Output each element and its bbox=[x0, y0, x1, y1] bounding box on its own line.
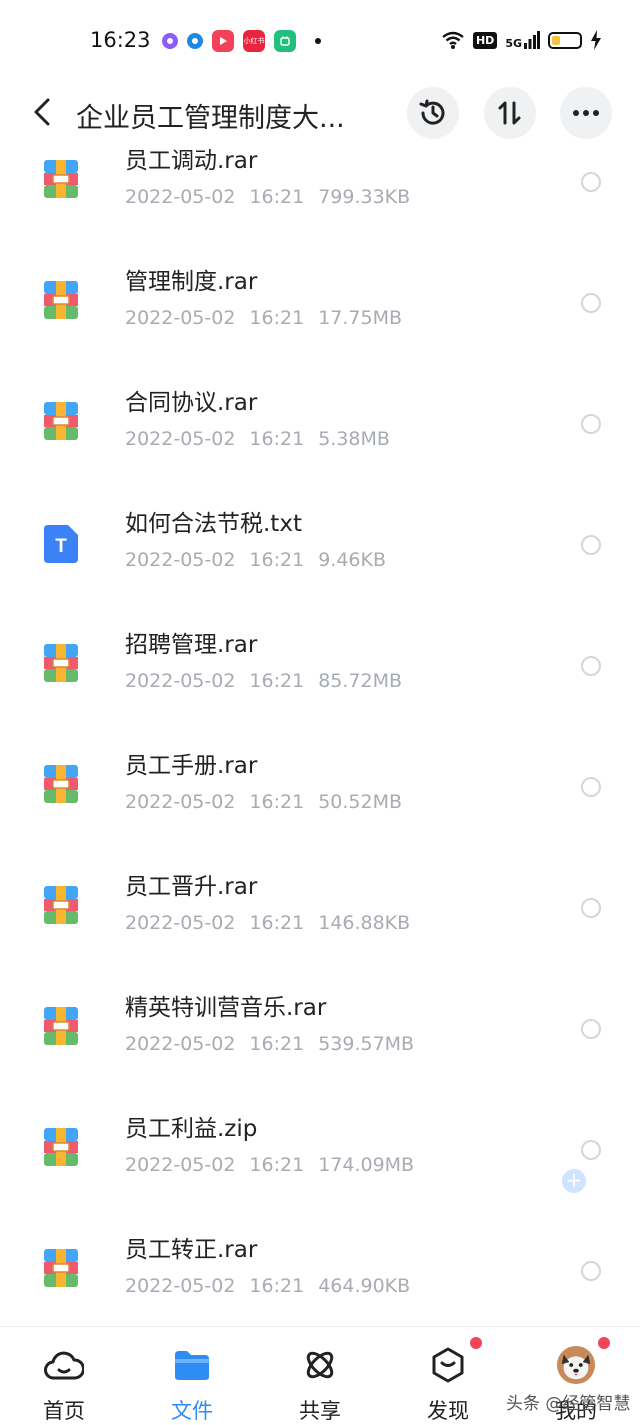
top-header: 企业员工管理制度大... bbox=[0, 80, 640, 146]
nav-home-label: 首页 bbox=[43, 1399, 85, 1423]
hd-icon: HD bbox=[472, 31, 498, 49]
file-list[interactable]: 员工调动.rar 2022-05-02 16:21 799.33KB 管理制度.rar 2… bbox=[0, 146, 640, 1326]
select-radio[interactable] bbox=[581, 1019, 601, 1039]
file-name: 精英特训营音乐.rar bbox=[125, 995, 327, 1021]
archive-file-icon bbox=[44, 160, 78, 198]
file-date: 2022-05-02 bbox=[125, 1275, 236, 1297]
file-name: 管理制度.rar bbox=[125, 269, 258, 295]
select-radio[interactable] bbox=[581, 898, 601, 918]
svg-text:T: T bbox=[55, 536, 67, 557]
file-name: 员工利益.zip bbox=[125, 1116, 258, 1142]
nav-files[interactable]: 文件 bbox=[128, 1327, 256, 1423]
more-icon bbox=[573, 110, 599, 116]
video-app-icon bbox=[212, 30, 234, 52]
purple-ring-icon bbox=[162, 33, 178, 49]
select-radio[interactable] bbox=[581, 293, 601, 313]
blue-ring-icon bbox=[187, 33, 203, 49]
cloud-home-icon bbox=[44, 1345, 84, 1385]
file-size: 464.90KB bbox=[318, 1275, 411, 1297]
file-row[interactable]: 合同协议.rar 2022-05-02 16:21 5.38MB bbox=[0, 326, 640, 450]
file-name: 员工调动.rar bbox=[125, 148, 258, 174]
bottom-nav: 首页 文件 共享 发现 我的 头条 @经管智慧 bbox=[0, 1326, 640, 1423]
file-row[interactable]: 精英特训营音乐.rar 2022-05-02 16:21 539.57MB bbox=[0, 931, 640, 1055]
file-meta: 2022-05-02 16:21 464.90KB bbox=[125, 1275, 424, 1297]
red-app-icon: 小红书 bbox=[243, 30, 265, 52]
avatar-icon bbox=[556, 1345, 596, 1385]
back-arrow-icon bbox=[34, 98, 50, 126]
archive-file-icon bbox=[44, 886, 78, 924]
select-radio[interactable] bbox=[581, 414, 601, 434]
archive-file-icon bbox=[44, 1249, 78, 1287]
file-name: 如何合法节税.txt bbox=[125, 511, 302, 537]
file-name: 招聘管理.rar bbox=[125, 632, 258, 658]
archive-file-icon bbox=[44, 402, 78, 440]
status-bar: 16:23 小红书 HD 5G bbox=[0, 0, 640, 80]
battery-icon bbox=[548, 31, 582, 49]
green-app-icon bbox=[274, 30, 296, 52]
archive-file-icon bbox=[44, 281, 78, 319]
file-name: 员工转正.rar bbox=[125, 1237, 258, 1263]
system-icons: HD 5G bbox=[441, 30, 602, 50]
notification-icons: 小红书 bbox=[162, 30, 321, 52]
file-row[interactable]: 员工调动.rar 2022-05-02 16:21 799.33KB bbox=[0, 146, 640, 208]
nav-share-label: 共享 bbox=[299, 1399, 341, 1423]
floating-add-button[interactable]: + bbox=[562, 1169, 586, 1193]
page-title: 企业员工管理制度大... bbox=[76, 103, 345, 134]
file-row[interactable]: T 如何合法节税.txt 2022-05-02 16:21 9.46KB bbox=[0, 447, 640, 571]
wifi-icon bbox=[442, 31, 464, 49]
file-name: 员工晋升.rar bbox=[125, 874, 258, 900]
history-icon bbox=[419, 99, 445, 125]
charging-icon bbox=[591, 30, 601, 50]
select-radio[interactable] bbox=[581, 535, 601, 555]
watermark: 头条 @经管智慧 bbox=[506, 1394, 631, 1414]
share-atom-icon bbox=[300, 1345, 340, 1385]
battery-level bbox=[552, 35, 560, 45]
more-button[interactable] bbox=[560, 87, 612, 139]
select-radio[interactable] bbox=[581, 1140, 601, 1160]
folder-icon bbox=[172, 1345, 212, 1385]
select-radio[interactable] bbox=[581, 1261, 601, 1281]
file-name: 员工手册.rar bbox=[125, 753, 258, 779]
nav-discover[interactable]: 发现 bbox=[384, 1327, 512, 1423]
text-file-icon: T bbox=[44, 525, 78, 563]
sort-button[interactable] bbox=[484, 87, 536, 139]
nav-files-label: 文件 bbox=[171, 1399, 213, 1423]
file-row[interactable]: 员工晋升.rar 2022-05-02 16:21 146.88KB bbox=[0, 810, 640, 934]
sort-icon bbox=[498, 101, 521, 125]
file-row[interactable]: 员工转正.rar 2022-05-02 16:21 464.90KB bbox=[0, 1173, 640, 1297]
file-name: 合同协议.rar bbox=[125, 390, 258, 416]
select-radio[interactable] bbox=[581, 777, 601, 797]
archive-file-icon bbox=[44, 1007, 78, 1045]
history-button[interactable] bbox=[407, 87, 459, 139]
back-button[interactable] bbox=[26, 94, 58, 130]
discover-box-icon bbox=[428, 1345, 468, 1385]
select-radio[interactable] bbox=[581, 172, 601, 192]
archive-file-icon bbox=[44, 1128, 78, 1166]
file-row[interactable]: 员工利益.zip 2022-05-02 16:21 174.09MB bbox=[0, 1052, 640, 1176]
select-radio[interactable] bbox=[581, 656, 601, 676]
file-row[interactable]: 招聘管理.rar 2022-05-02 16:21 85.72MB bbox=[0, 568, 640, 692]
archive-file-icon bbox=[44, 644, 78, 682]
nav-discover-label: 发现 bbox=[427, 1399, 469, 1423]
more-notifications-dot bbox=[315, 38, 321, 44]
nav-home[interactable]: 首页 bbox=[0, 1327, 128, 1423]
mine-badge bbox=[598, 1337, 610, 1349]
file-row[interactable]: 管理制度.rar 2022-05-02 16:21 17.75MB bbox=[0, 205, 640, 329]
nav-share[interactable]: 共享 bbox=[256, 1327, 384, 1423]
file-row[interactable]: 员工手册.rar 2022-05-02 16:21 50.52MB bbox=[0, 689, 640, 813]
archive-file-icon bbox=[44, 765, 78, 803]
discover-badge bbox=[470, 1337, 482, 1349]
status-time: 16:23 bbox=[90, 28, 151, 52]
5g-signal-icon: 5G bbox=[505, 31, 540, 49]
file-time: 16:21 bbox=[249, 1275, 305, 1297]
